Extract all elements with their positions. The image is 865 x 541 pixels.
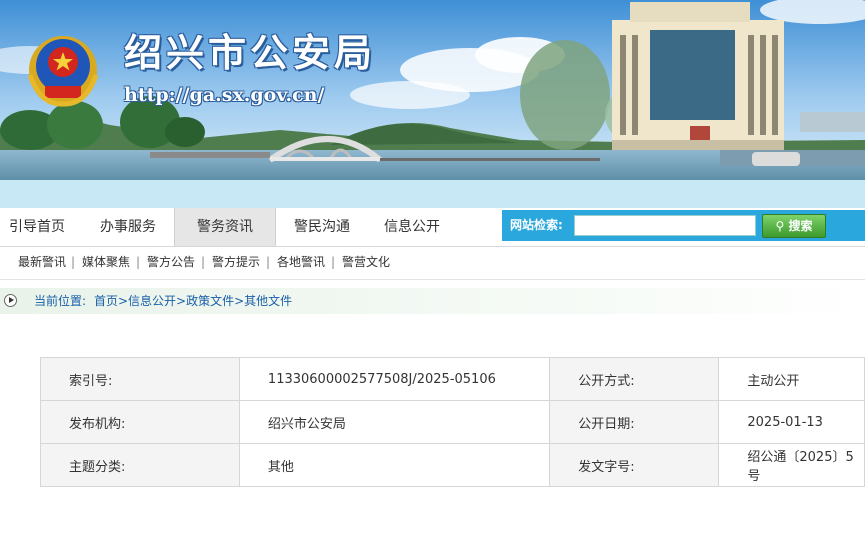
sub-nav: 最新警讯 | 媒体聚焦 | 警方公告 | 警方提示 | 各地警讯 | 警营文化 [0, 249, 865, 275]
subnav-local-news[interactable]: 各地警讯 [277, 249, 325, 275]
index-value: 11330600002577508J/2025-05106 [238, 357, 551, 401]
header-strip [0, 180, 865, 208]
tab-home[interactable]: 引导首页 [0, 208, 74, 246]
breadcrumb-path[interactable]: 首页>信息公开>政策文件>其他文件 [94, 288, 292, 314]
search-input[interactable] [574, 215, 756, 236]
search-label: 网站检索: [510, 218, 563, 232]
tab-services[interactable]: 办事服务 [86, 208, 170, 246]
table-row: 主题分类: 其他 发文字号: 绍公通〔2025〕5号 [40, 443, 865, 487]
breadcrumb-label: 当前位置: [34, 294, 87, 308]
site-title: 绍兴市公安局 [124, 31, 377, 75]
divider [0, 279, 865, 280]
docno-label: 发文字号: [549, 443, 720, 487]
table-row: 索引号: 11330600002577508J/2025-05106 公开方式:… [40, 357, 865, 401]
subnav-separator: | [71, 255, 76, 269]
tab-communication[interactable]: 警民沟通 [280, 208, 364, 246]
table-row: 发布机构: 绍兴市公安局 公开日期: 2025-01-13 [40, 400, 865, 444]
index-label: 索引号: [40, 357, 240, 401]
subnav-separator: | [266, 255, 271, 269]
org-value: 绍兴市公安局 [238, 400, 551, 444]
org-label: 发布机构: [40, 400, 240, 444]
search-icon: ⚲ [775, 219, 789, 233]
topic-label: 主题分类: [40, 443, 240, 487]
subnav-police-culture[interactable]: 警营文化 [342, 249, 390, 275]
subnav-separator: | [201, 255, 206, 269]
tab-info-disclosure[interactable]: 信息公开 [370, 208, 454, 246]
method-value: 主动公开 [718, 357, 865, 401]
breadcrumb: 当前位置: 首页>信息公开>政策文件>其他文件 [0, 288, 865, 314]
subnav-police-notices[interactable]: 警方公告 [147, 249, 195, 275]
document-meta-table: 索引号: 11330600002577508J/2025-05106 公开方式:… [40, 357, 865, 487]
method-label: 公开方式: [549, 357, 720, 401]
date-value: 2025-01-13 [718, 400, 865, 444]
docno-value: 绍公通〔2025〕5号 [718, 443, 865, 487]
search-button[interactable]: ⚲ 搜索 [762, 214, 826, 238]
tab-police-news[interactable]: 警务资讯 [174, 208, 276, 246]
site-url: http://ga.sx.gov.cn/ [124, 84, 325, 106]
topic-value: 其他 [238, 443, 551, 487]
subnav-police-tips[interactable]: 警方提示 [212, 249, 260, 275]
subnav-separator: | [331, 255, 336, 269]
date-label: 公开日期: [549, 400, 720, 444]
subnav-separator: | [136, 255, 141, 269]
subnav-media-focus[interactable]: 媒体聚焦 [82, 249, 130, 275]
header-banner: 绍兴市公安局 http://ga.sx.gov.cn/ [0, 0, 865, 180]
search-button-label: 搜索 [788, 219, 813, 233]
subnav-latest-news[interactable]: 最新警讯 [18, 249, 66, 275]
play-circle-icon [4, 294, 17, 307]
police-emblem-icon [27, 36, 99, 107]
site-search: 网站检索: ⚲ 搜索 [502, 210, 865, 241]
